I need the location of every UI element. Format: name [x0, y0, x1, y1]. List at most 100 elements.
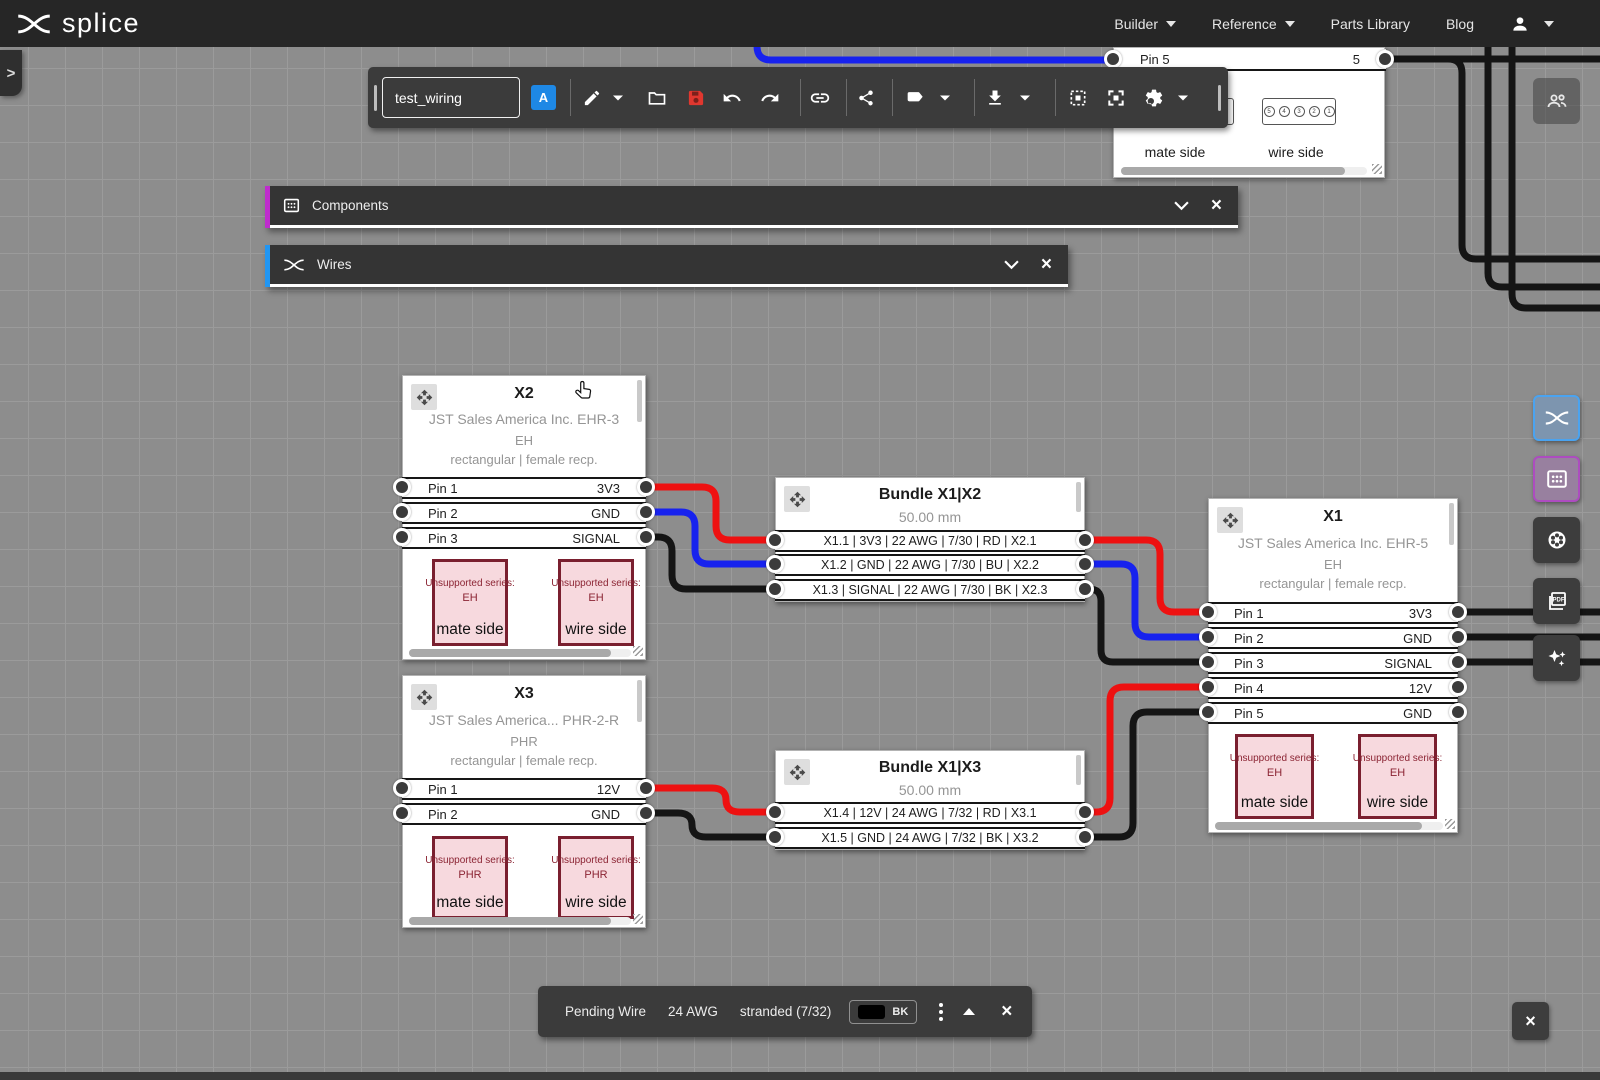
pending-wire-close-icon[interactable]: × [995, 1000, 1018, 1024]
port[interactable] [637, 804, 655, 822]
port[interactable] [393, 478, 411, 496]
canvas-close-button[interactable]: × [1512, 1002, 1549, 1040]
vertical-scrollbar[interactable] [1076, 482, 1081, 512]
vertical-scrollbar[interactable] [637, 380, 642, 422]
port[interactable] [637, 503, 655, 521]
node-x1[interactable]: X1 JST Sales America Inc. EHR-5 EH recta… [1208, 498, 1458, 833]
resize-grip[interactable] [1445, 819, 1455, 829]
wires-close-icon[interactable]: × [1041, 255, 1052, 274]
nav-blog[interactable]: Blog [1428, 16, 1492, 32]
port[interactable] [1376, 50, 1394, 68]
port[interactable] [1199, 703, 1217, 721]
pin-row[interactable]: Pin 2 GND [402, 803, 646, 825]
pin-row[interactable]: Pin 1 12V [402, 778, 646, 800]
download-dropdown-caret[interactable] [1020, 95, 1030, 100]
port[interactable] [1199, 628, 1217, 646]
cable-tool-button[interactable] [1533, 517, 1580, 563]
pin-row[interactable]: Pin 2 GND [1208, 627, 1458, 649]
brand[interactable]: splice [0, 8, 140, 39]
port[interactable] [1104, 50, 1122, 68]
pin-row[interactable]: Pin 1 3V3 [1208, 602, 1458, 624]
port[interactable] [637, 528, 655, 546]
pin-row[interactable]: Pin 2 GND [402, 502, 646, 524]
auto-save-toggle[interactable]: A [531, 85, 556, 110]
node-x2[interactable]: X2 JST Sales America Inc. EHR-3 EH recta… [402, 375, 646, 660]
wires-tool-button[interactable] [1533, 395, 1580, 441]
node-x3[interactable]: X3 JST Sales America... PHR-2-R PHR rect… [402, 675, 646, 928]
port[interactable] [637, 478, 655, 496]
wire-x3-b13-black[interactable] [646, 813, 775, 837]
wire-color-selector[interactable]: BK [849, 1000, 917, 1024]
port[interactable] [766, 803, 784, 821]
horizontal-scrollbar[interactable] [1215, 822, 1443, 830]
port[interactable] [766, 555, 784, 573]
resize-grip[interactable] [633, 646, 643, 656]
download-icon[interactable] [985, 88, 1005, 108]
settings-dropdown-caret[interactable] [1178, 95, 1188, 100]
account-menu[interactable] [1492, 14, 1572, 34]
node-bundle-x1x3[interactable]: Bundle X1|X3 50.00 mm X1.4 | 12V | 24 AW… [775, 750, 1085, 850]
port[interactable] [1076, 555, 1094, 573]
wires-collapse-chevron[interactable] [1004, 259, 1019, 270]
port[interactable] [1449, 628, 1467, 646]
redo-icon[interactable] [760, 88, 780, 108]
ai-assistant-button[interactable] [1533, 635, 1580, 681]
bundle-row[interactable]: X1.2 | GND | 22 AWG | 7/30 | BU | X2.2 [775, 554, 1085, 576]
nav-reference[interactable]: Reference [1194, 16, 1313, 32]
pin-row[interactable]: Pin 3 SIGNAL [1208, 652, 1458, 674]
wires-panel-header[interactable]: Wires × [265, 245, 1068, 287]
pending-wire-menu-icon[interactable] [935, 999, 947, 1025]
label-icon[interactable] [906, 88, 926, 108]
port[interactable] [1199, 678, 1217, 696]
bundle-row[interactable]: X1.5 | GND | 24 AWG | 7/32 | BK | X3.2 [775, 827, 1085, 849]
vertical-scrollbar[interactable] [1449, 503, 1454, 545]
components-collapse-chevron[interactable] [1174, 200, 1189, 211]
wire-b12-x1-black[interactable] [1085, 589, 1208, 662]
collaborators-button[interactable] [1533, 78, 1580, 124]
pin-row[interactable]: Pin 5 GND [1208, 702, 1458, 724]
horizontal-scrollbar[interactable] [409, 917, 631, 925]
components-close-icon[interactable]: × [1211, 196, 1222, 215]
wire-x3-b13-red[interactable] [646, 788, 775, 812]
sidebar-expand-toggle[interactable]: > [0, 50, 22, 96]
port[interactable] [766, 828, 784, 846]
port[interactable] [1449, 603, 1467, 621]
nav-parts-library[interactable]: Parts Library [1313, 16, 1428, 32]
pin-row[interactable]: Pin 3 SIGNAL [402, 527, 646, 549]
bundle-row[interactable]: X1.1 | 3V3 | 22 AWG | 7/30 | RD | X2.1 [775, 530, 1085, 552]
edit-dropdown-caret[interactable] [613, 95, 623, 100]
fit-screen-icon[interactable] [1106, 88, 1126, 108]
port[interactable] [393, 804, 411, 822]
port[interactable] [1076, 803, 1094, 821]
pdf-export-button[interactable]: PDF [1533, 578, 1580, 624]
port[interactable] [766, 531, 784, 549]
horizontal-scrollbar[interactable] [1121, 167, 1367, 175]
settings-gear-icon[interactable] [1144, 87, 1165, 108]
project-name-input[interactable] [382, 77, 520, 118]
pin-row[interactable]: Pin 4 12V [1208, 677, 1458, 699]
port[interactable] [393, 528, 411, 546]
link-icon[interactable] [809, 87, 831, 109]
wire-b13-x1-black[interactable] [1085, 712, 1208, 837]
port[interactable] [1199, 653, 1217, 671]
vertical-scrollbar[interactable] [637, 680, 642, 722]
port[interactable] [393, 503, 411, 521]
pending-wire-expand-icon[interactable] [963, 1008, 975, 1015]
port[interactable] [393, 779, 411, 797]
port[interactable] [1449, 678, 1467, 696]
label-dropdown-caret[interactable] [940, 95, 950, 100]
node-bundle-x1x2[interactable]: Bundle X1|X2 50.00 mm X1.1 | 3V3 | 22 AW… [775, 477, 1085, 602]
select-all-icon[interactable] [1068, 88, 1088, 108]
pin-row[interactable]: Pin 1 3V3 [402, 477, 646, 499]
port[interactable] [1076, 531, 1094, 549]
resize-grip[interactable] [1372, 164, 1382, 174]
port[interactable] [766, 580, 784, 598]
canvas[interactable]: Pin 5 5 5 4 3 2 1 mate side wire side X2… [0, 0, 1600, 1080]
bundle-row[interactable]: X1.3 | SIGNAL | 22 AWG | 7/30 | BK | X2.… [775, 579, 1085, 601]
port[interactable] [1076, 580, 1094, 598]
toolbar-drag-handle-right[interactable] [1218, 85, 1221, 111]
horizontal-scrollbar[interactable] [409, 649, 631, 657]
port[interactable] [1076, 828, 1094, 846]
port[interactable] [1449, 703, 1467, 721]
resize-grip[interactable] [633, 914, 643, 924]
